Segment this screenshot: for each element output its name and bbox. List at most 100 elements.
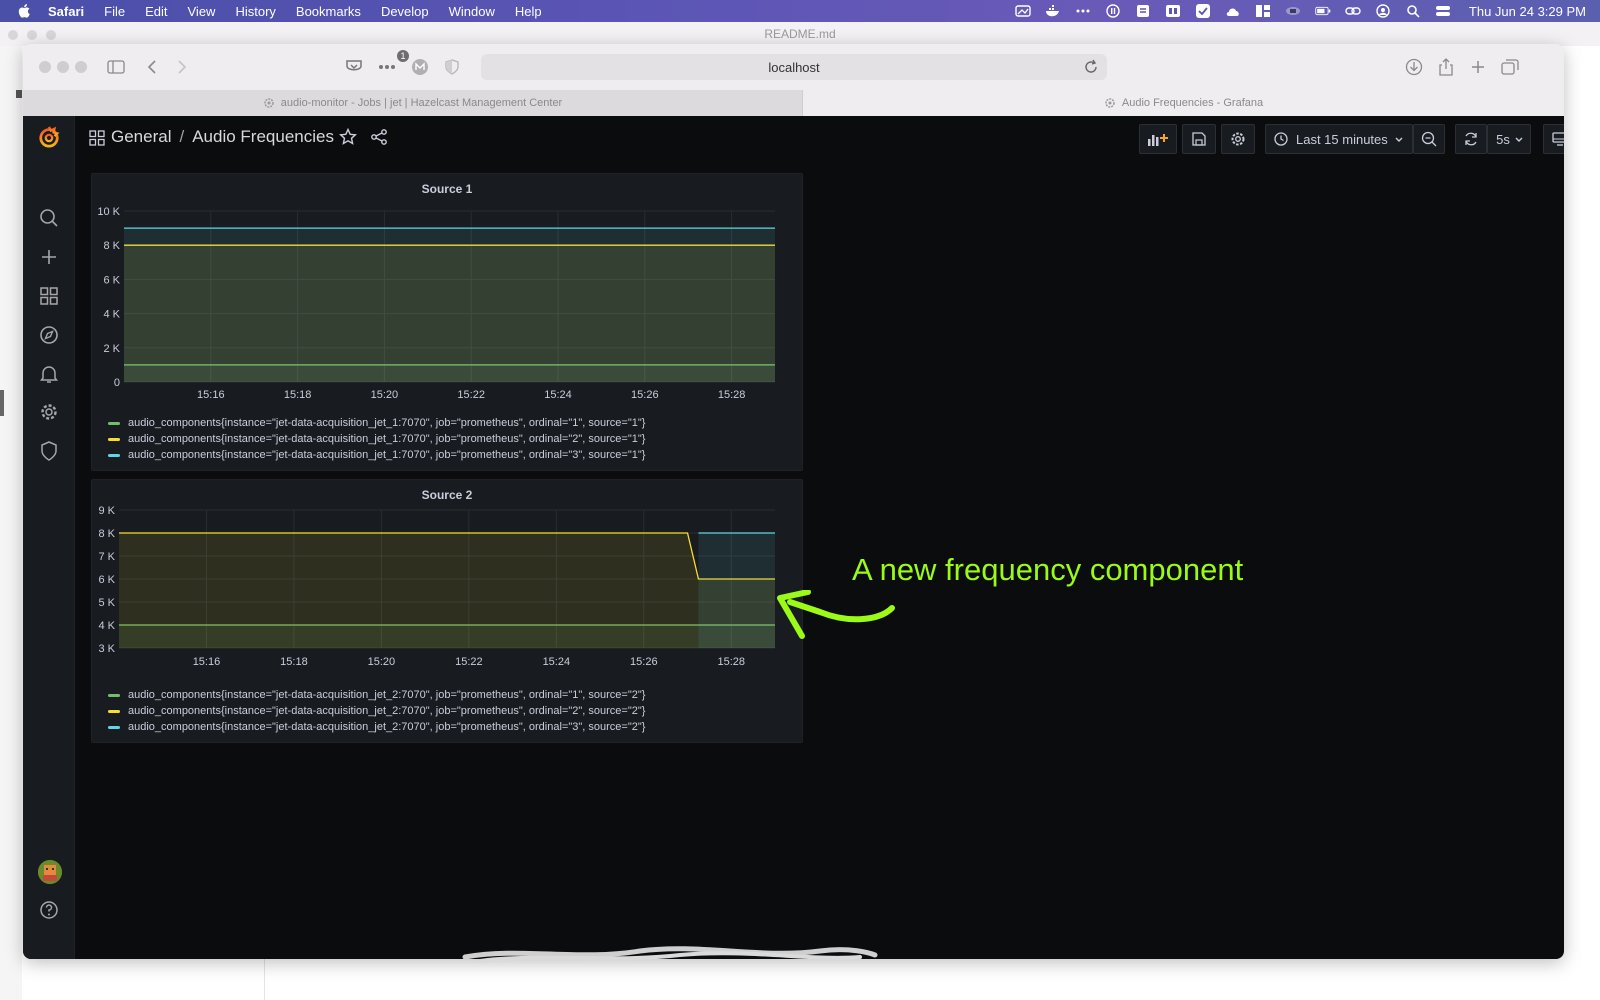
annotation-arrow-icon	[777, 590, 895, 639]
save-dashboard-button[interactable]	[1182, 124, 1216, 154]
chart-source-1: 0 2 K 4 K 6 K 8 K 10 K 15:16 15:18 15:20 15:22 15:…	[97, 206, 775, 399]
star-icon[interactable]	[339, 128, 357, 146]
time-picker-button[interactable]: Last 15 minutes	[1265, 124, 1413, 154]
legend-item[interactable]: audio_components{instance="jet-data-acqu…	[108, 719, 645, 735]
panel-source-2[interactable]: Source 2 3 K4 K5 K6 K7 K8 K9 K 15:16 15:18…	[91, 479, 803, 743]
tab-overview-icon[interactable]	[1499, 56, 1521, 78]
refresh-icon	[1465, 132, 1477, 146]
create-plus-icon[interactable]	[38, 246, 60, 268]
spotlight-search-icon[interactable]	[1405, 4, 1421, 18]
share-nodes-icon[interactable]	[370, 128, 388, 146]
reload-icon[interactable]	[1083, 59, 1099, 75]
menu-edit[interactable]: Edit	[145, 4, 167, 19]
extension-m-icon[interactable]	[409, 56, 431, 78]
apple-icon[interactable]	[16, 3, 34, 19]
new-tab-plus-icon[interactable]	[1467, 56, 1489, 78]
dashboards-grid-icon[interactable]	[38, 285, 60, 307]
legend-item[interactable]: audio_components{instance="jet-data-acqu…	[108, 687, 645, 703]
legend-label: audio_components{instance="jet-data-acqu…	[128, 689, 646, 701]
refresh-interval-label: 5s	[1496, 131, 1510, 147]
layout-icon[interactable]	[1255, 4, 1271, 18]
safari-toolbar: 1 localhost	[23, 44, 1564, 90]
menu-help[interactable]: Help	[515, 4, 542, 19]
menu-bookmarks[interactable]: Bookmarks	[296, 4, 361, 19]
dashboard-settings-button[interactable]	[1221, 124, 1255, 154]
time-range-label: Last 15 minutes	[1296, 131, 1388, 147]
window-minimize-button[interactable]	[57, 61, 69, 73]
legend-swatch	[108, 725, 120, 729]
more-dots-icon[interactable]	[1075, 4, 1091, 18]
cloud-icon[interactable]	[1225, 4, 1241, 18]
address-bar-url[interactable]: localhost	[481, 60, 1107, 75]
annotation-text: A new frequency component	[852, 552, 1244, 587]
alerting-bell-icon[interactable]	[38, 363, 60, 385]
y-tick-label: 0	[114, 377, 120, 389]
refresh-button[interactable]	[1455, 124, 1487, 154]
tab-grafana[interactable]: Audio Frequencies - Grafana	[803, 90, 1564, 116]
breadcrumb-folder[interactable]: General	[111, 127, 171, 146]
user-circle-icon[interactable]	[1375, 4, 1391, 18]
control-center-icon[interactable]	[1435, 4, 1451, 18]
extensions-dots-icon[interactable]	[376, 56, 398, 78]
legend: audio_components{instance="jet-data-acqu…	[108, 687, 645, 735]
bartender-icon[interactable]	[1165, 4, 1181, 18]
x-tick-label: 15:24	[544, 389, 572, 399]
series-area	[124, 228, 775, 382]
help-question-icon[interactable]	[38, 899, 60, 921]
x-tick-label: 15:22	[457, 389, 485, 399]
window-zoom-button[interactable]	[75, 61, 87, 73]
legend-item[interactable]: audio_components{instance="jet-data-acqu…	[108, 703, 645, 719]
link-icon[interactable]	[1345, 4, 1361, 18]
menu-safari[interactable]: Safari	[48, 4, 84, 19]
x-tick-label: 15:18	[280, 656, 308, 668]
zoom-out-button[interactable]	[1413, 124, 1445, 154]
menubar-clock[interactable]: Thu Jun 24 3:29 PM	[1469, 4, 1586, 19]
sidebar-toggle-icon[interactable]	[105, 56, 127, 78]
background-scroll-indicator	[0, 390, 4, 416]
user-avatar[interactable]	[38, 860, 62, 884]
refresh-interval-picker[interactable]: 5s	[1487, 124, 1531, 154]
pocket-icon[interactable]	[343, 56, 365, 78]
legend-item[interactable]: audio_components{instance="jet-data-acqu…	[108, 415, 645, 431]
chart-source-2: 3 K 4 K 5 K 6 K 7 K 8 K 9 K 15:16 15:18 15:20 15:2…	[98, 505, 775, 668]
battery-icon[interactable]	[1315, 4, 1331, 18]
forward-chevron-icon[interactable]	[171, 56, 193, 78]
grafana-logo-icon[interactable]	[38, 126, 60, 148]
x-tick-label: 15:24	[543, 656, 571, 668]
menu-window[interactable]: Window	[449, 4, 495, 19]
legend-item[interactable]: audio_components{instance="jet-data-acqu…	[108, 431, 645, 447]
tv-mode-button[interactable]	[1543, 124, 1564, 154]
pause-circle-icon[interactable]	[1105, 4, 1121, 18]
explore-compass-icon[interactable]	[38, 324, 60, 346]
window-close-button[interactable]	[39, 61, 51, 73]
vpn-icon[interactable]	[1285, 4, 1301, 18]
downloads-icon[interactable]	[1403, 56, 1425, 78]
share-icon[interactable]	[1435, 56, 1457, 78]
panel-source-1[interactable]: Source 1 02 K4 K6 K8 K 10 K 15:16 15:18 15:2…	[91, 173, 803, 471]
x-tick-label: 15:20	[371, 389, 399, 399]
menu-history[interactable]: History	[235, 4, 275, 19]
menu-develop[interactable]: Develop	[381, 4, 429, 19]
tab-hazelcast[interactable]: audio-monitor - Jobs | jet | Hazelcast M…	[23, 90, 803, 116]
configuration-gear-icon[interactable]	[38, 401, 60, 423]
image-capture-icon[interactable]	[1015, 4, 1031, 18]
privacy-shield-icon[interactable]	[441, 56, 463, 78]
menubar-status-area: Thu Jun 24 3:29 PM	[1015, 0, 1586, 22]
checkmark-icon[interactable]	[1195, 4, 1211, 18]
redaction-scribble	[462, 946, 878, 963]
menu-file[interactable]: File	[104, 4, 125, 19]
breadcrumb-dashboard-title[interactable]: Audio Frequencies	[192, 127, 334, 146]
x-tick-label: 15:22	[455, 656, 483, 668]
legend-item[interactable]: audio_components{instance="jet-data-acqu…	[108, 447, 645, 463]
add-panel-button[interactable]	[1139, 124, 1177, 154]
shield-app-icon[interactable]	[1135, 4, 1151, 18]
back-chevron-icon[interactable]	[141, 56, 163, 78]
breadcrumb-separator: /	[179, 127, 185, 146]
docker-icon[interactable]	[1045, 4, 1061, 18]
menu-view[interactable]: View	[188, 4, 216, 19]
search-icon[interactable]	[38, 207, 60, 229]
macos-menu-bar: Safari File Edit View History Bookmarks …	[0, 0, 1600, 22]
server-admin-shield-icon[interactable]	[38, 440, 60, 462]
x-tick-label: 15:28	[718, 656, 746, 668]
address-bar[interactable]: localhost	[481, 54, 1107, 80]
